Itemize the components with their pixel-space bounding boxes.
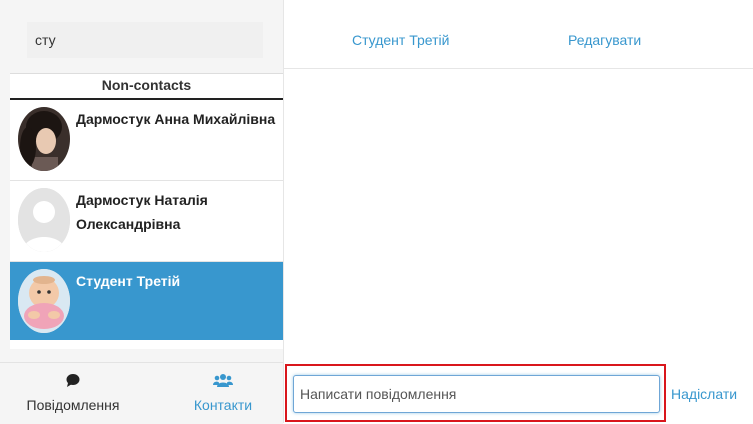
nav-contacts-label: Контакти <box>193 397 253 413</box>
users-icon <box>213 374 233 387</box>
list-item-active[interactable]: Студент Третій <box>10 262 283 340</box>
contact-name: Дармостук Анна Михайлівна <box>76 111 276 127</box>
nav-contacts[interactable]: Контакти <box>170 373 276 413</box>
avatar <box>18 107 70 171</box>
message-area <box>284 69 753 363</box>
avatar <box>18 188 70 252</box>
speech-bubble-icon <box>66 374 80 387</box>
search-input[interactable] <box>27 22 263 58</box>
contact-list: Non-contacts Дармостук Анна Михайлівна Д… <box>10 73 283 349</box>
contact-name: Студент Третій <box>76 273 181 289</box>
nav-messages-label: Повідомлення <box>26 397 120 413</box>
send-button[interactable]: Надіслати <box>671 386 737 402</box>
edit-link[interactable]: Редагувати <box>568 32 641 48</box>
list-item[interactable]: Дармостук Наталія Олександрівна <box>10 181 283 262</box>
message-input[interactable] <box>293 375 660 413</box>
list-item[interactable]: Дармостук Анна Михайлівна <box>10 100 283 181</box>
bottom-nav: Повідомлення Контакти <box>0 362 283 424</box>
nav-messages[interactable]: Повідомлення <box>20 373 126 413</box>
chat-contact-link[interactable]: Студент Третій <box>352 32 449 48</box>
avatar <box>18 269 70 333</box>
chat-header: Студент Третій Редагувати <box>284 10 753 69</box>
list-header: Non-contacts <box>10 74 283 100</box>
contact-name: Дармостук Наталія Олександрівна <box>76 192 208 232</box>
